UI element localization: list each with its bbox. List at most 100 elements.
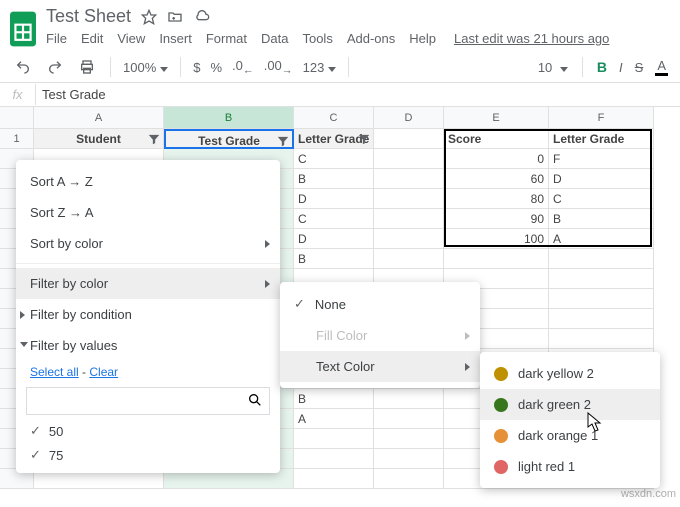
font-size-dropdown[interactable]: 10 — [538, 60, 568, 75]
filter-search-box[interactable] — [26, 387, 270, 415]
cell-C4[interactable]: D — [294, 189, 374, 209]
menu-addons[interactable]: Add-ons — [347, 31, 395, 46]
color-option-dark-yellow-2[interactable]: dark yellow 2 — [480, 358, 660, 389]
cell-C18[interactable] — [294, 469, 374, 489]
cell-D16[interactable] — [374, 429, 444, 449]
menu-sort-by-color[interactable]: Sort by color — [16, 228, 280, 259]
cell-C15[interactable]: A — [294, 409, 374, 429]
cell-C3[interactable]: B — [294, 169, 374, 189]
clear-link[interactable]: Clear — [89, 365, 118, 379]
cell-D14[interactable] — [374, 389, 444, 409]
submenu-fill-color[interactable]: Fill Color — [280, 320, 480, 351]
formula-content[interactable]: Test Grade — [36, 87, 106, 102]
menu-filter-by-values[interactable]: Filter by values — [16, 330, 280, 361]
last-edit-link[interactable]: Last edit was 21 hours ago — [454, 31, 609, 46]
italic-button[interactable]: I — [619, 60, 623, 75]
text-color-button[interactable]: A — [655, 58, 668, 76]
cell-F1[interactable]: Letter Grade — [549, 129, 654, 149]
cell-C1[interactable]: Letter Grade — [294, 129, 374, 149]
star-icon[interactable] — [141, 9, 157, 25]
cell-F10[interactable] — [549, 309, 654, 329]
cell-D5[interactable] — [374, 209, 444, 229]
decrease-decimal-button[interactable]: .0← — [232, 58, 254, 77]
menu-help[interactable]: Help — [409, 31, 436, 46]
menu-sort-za[interactable]: Sort Z → A — [16, 197, 280, 228]
filter-icon[interactable] — [276, 134, 290, 149]
cell-F11[interactable] — [549, 329, 654, 349]
menu-file[interactable]: File — [46, 31, 67, 46]
bold-button[interactable]: B — [597, 59, 607, 75]
cell-F6[interactable]: A — [549, 229, 654, 249]
cell-E3[interactable]: 60 — [444, 169, 549, 189]
row-header-1[interactable]: 1 — [0, 129, 34, 149]
cell-E1[interactable]: Score — [444, 129, 549, 149]
color-option-dark-orange-1[interactable]: dark orange 1 — [480, 420, 660, 451]
doc-title[interactable]: Test Sheet — [46, 6, 131, 27]
cell-A1[interactable]: Student — [34, 129, 164, 149]
menu-insert[interactable]: Insert — [159, 31, 192, 46]
col-header-F[interactable]: F — [549, 107, 654, 129]
cell-F2[interactable]: F — [549, 149, 654, 169]
color-option-light-red-1[interactable]: light red 1 — [480, 451, 660, 482]
cell-F9[interactable] — [549, 289, 654, 309]
color-option-dark-green-2[interactable]: dark green 2 — [480, 389, 660, 420]
cell-D4[interactable] — [374, 189, 444, 209]
increase-decimal-button[interactable]: .00→ — [264, 58, 293, 77]
value-item-50[interactable]: ✓50 — [16, 419, 280, 443]
select-all-corner[interactable] — [0, 107, 34, 129]
submenu-text-color[interactable]: Text Color — [280, 351, 480, 382]
cell-E4[interactable]: 80 — [444, 189, 549, 209]
filter-icon[interactable] — [357, 132, 371, 149]
currency-button[interactable]: $ — [193, 60, 200, 75]
cell-C16[interactable] — [294, 429, 374, 449]
menu-filter-by-color[interactable]: Filter by color — [16, 268, 280, 299]
undo-button[interactable] — [12, 56, 34, 78]
move-icon[interactable] — [167, 9, 183, 25]
cell-C2[interactable]: C — [294, 149, 374, 169]
cell-F5[interactable]: B — [549, 209, 654, 229]
zoom-dropdown[interactable]: 100% — [123, 60, 168, 75]
select-all-link[interactable]: Select all — [30, 365, 79, 379]
cell-C7[interactable]: B — [294, 249, 374, 269]
col-header-E[interactable]: E — [444, 107, 549, 129]
cell-B1[interactable]: Test Grade — [164, 129, 294, 149]
cell-D15[interactable] — [374, 409, 444, 429]
redo-button[interactable] — [44, 56, 66, 78]
menu-edit[interactable]: Edit — [81, 31, 103, 46]
filter-search-input[interactable] — [33, 394, 247, 409]
cell-D1[interactable] — [374, 129, 444, 149]
col-header-B[interactable]: B — [164, 107, 294, 129]
col-header-C[interactable]: C — [294, 107, 374, 129]
value-item-75[interactable]: ✓75 — [16, 443, 280, 467]
cell-D3[interactable] — [374, 169, 444, 189]
cell-D7[interactable] — [374, 249, 444, 269]
print-button[interactable] — [76, 56, 98, 78]
percent-button[interactable]: % — [210, 60, 222, 75]
cloud-icon[interactable] — [193, 9, 211, 25]
cell-C17[interactable] — [294, 449, 374, 469]
number-format-dropdown[interactable]: 123 — [303, 60, 337, 75]
cell-E6[interactable]: 100 — [444, 229, 549, 249]
cell-C6[interactable]: D — [294, 229, 374, 249]
cell-F4[interactable]: C — [549, 189, 654, 209]
col-header-D[interactable]: D — [374, 107, 444, 129]
cell-C5[interactable]: C — [294, 209, 374, 229]
strike-button[interactable]: S — [635, 60, 644, 75]
menu-sort-az[interactable]: Sort A → Z — [16, 166, 280, 197]
cell-E5[interactable]: 90 — [444, 209, 549, 229]
cell-F8[interactable] — [549, 269, 654, 289]
menu-data[interactable]: Data — [261, 31, 288, 46]
menu-tools[interactable]: Tools — [302, 31, 332, 46]
cell-F3[interactable]: D — [549, 169, 654, 189]
submenu-none[interactable]: ✓None — [280, 288, 480, 320]
cell-D2[interactable] — [374, 149, 444, 169]
col-header-A[interactable]: A — [34, 107, 164, 129]
menu-view[interactable]: View — [117, 31, 145, 46]
cell-D18[interactable] — [374, 469, 444, 489]
menu-format[interactable]: Format — [206, 31, 247, 46]
cell-E7[interactable] — [444, 249, 549, 269]
filter-icon[interactable] — [147, 132, 161, 149]
cell-D6[interactable] — [374, 229, 444, 249]
menu-filter-by-condition[interactable]: Filter by condition — [16, 299, 280, 330]
cell-D17[interactable] — [374, 449, 444, 469]
